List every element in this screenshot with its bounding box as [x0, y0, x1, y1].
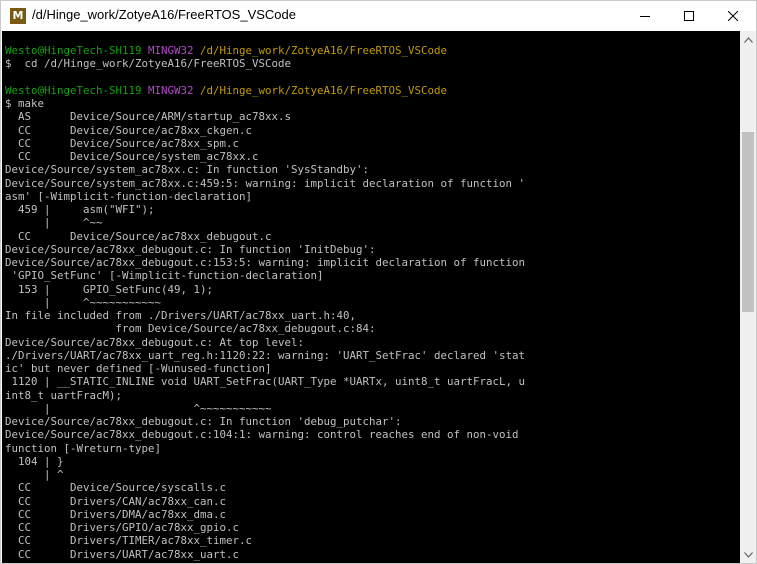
mintty-icon[interactable]: M — [10, 8, 26, 24]
minimize-icon — [640, 16, 650, 17]
terminal-line: | ^ — [5, 468, 64, 481]
terminal-text: ./Drivers/UART/ac78xx_uart_reg.h:1120:22… — [5, 348, 526, 362]
maximize-icon — [684, 11, 694, 21]
terminal-window: M /d/Hinge_work/ZotyeA16/FreeRTOS_VSCode… — [0, 0, 757, 564]
terminal-line: In file included from ./Drivers/UART/ac7… — [5, 309, 356, 322]
terminal-line: CC Device/Source/ac78xx_ckgen.c — [5, 124, 252, 137]
terminal-line: | ^~~~~~~~~~~~ — [5, 296, 161, 309]
terminal-line: asm' [-Wimplicit-function-declaration] — [5, 190, 252, 203]
terminal-text: CC Device/Source/syscalls.c — [5, 481, 227, 495]
terminal-text: MINGW32 — [148, 83, 201, 97]
terminal-text: function [-Wreturn-type] — [5, 441, 162, 455]
terminal-text: Device/Source/ac78xx_debugout.c: At top … — [5, 335, 305, 349]
terminal-text: CC Drivers/TIMER/ac78xx_timer.c — [5, 534, 253, 548]
terminal-text: Device/Source/ac78xx_debugout.c: In func… — [5, 242, 376, 256]
terminal-text: | ^~~~~~~~~~~~ — [5, 401, 272, 415]
terminal-line: $ cd /d/Hinge_work/ZotyeA16/FreeRTOS_VSC… — [5, 57, 291, 70]
terminal-text: CC Drivers/CAN/ac78xx_can.c — [5, 494, 227, 508]
terminal-line: CC Device/Source/ac78xx_spm.c — [5, 137, 239, 150]
close-button[interactable] — [711, 1, 755, 31]
terminal-line: | ^~~ — [5, 216, 103, 229]
scrollbar-thumb[interactable] — [742, 132, 754, 312]
terminal-line: CC Drivers/DMA/ac78xx_dma.c — [5, 508, 226, 521]
terminal-line: Device/Source/ac78xx_debugout.c:104:1: w… — [5, 428, 519, 441]
close-icon — [728, 11, 738, 21]
terminal-line: CC Drivers/UART/ac78xx_uart.c — [5, 548, 239, 561]
terminal-line: 459 | asm("WFI"); — [5, 203, 155, 216]
terminal-text: MINGW32 — [148, 44, 201, 57]
terminal-line: Westo@HingeTech-SH119 MINGW32 /d/Hinge_w… — [5, 44, 447, 57]
terminal-text: | ^~~~~~~~~~~~ — [5, 295, 162, 309]
minimize-button[interactable] — [623, 1, 667, 31]
terminal-line: $ make — [5, 97, 44, 110]
terminal-text: Device/Source/ac78xx_debugout.c: In func… — [5, 415, 402, 428]
terminal-line: CC Device/Source/system_ac78xx.c — [5, 150, 259, 163]
terminal-line: Westo@HingeTech-SH119 MINGW32 /d/Hinge_w… — [5, 84, 447, 97]
terminal-line: ./Drivers/UART/ac78xx_uart_reg.h:1120:22… — [5, 349, 525, 362]
scroll-down-button[interactable] — [740, 546, 756, 563]
terminal-text: Device/Source/ac78xx_debugout.c:153:5: w… — [5, 256, 526, 269]
terminal-line: function [-Wreturn-type] — [5, 442, 161, 455]
terminal-line: Device/Source/ac78xx_debugout.c:153:5: w… — [5, 256, 525, 269]
terminal-line: 'GPIO_SetFunc' [-Wimplicit-function-decl… — [5, 269, 324, 282]
terminal-text: CC Device/Source/ac78xx_spm.c — [5, 136, 240, 150]
terminal-text: | ^~~ — [5, 216, 103, 230]
terminal-line: AS Device/Source/ARM/startup_ac78xx.s — [5, 110, 291, 123]
terminal-line: | ^~~~~~~~~~~~ — [5, 402, 272, 415]
terminal-text: CC Drivers/GPIO/ac78xx_gpio.c — [5, 521, 240, 534]
terminal-text: CC Device/Source/ac78xx_debugout.c — [5, 229, 272, 243]
window-title: /d/Hinge_work/ZotyeA16/FreeRTOS_VSCode — [32, 7, 296, 22]
terminal-line: Device/Source/system_ac78xx.c:459:5: war… — [5, 177, 525, 190]
terminal-text: CC Device/Source/system_ac78xx.c — [5, 150, 259, 163]
chevron-up-icon — [743, 36, 753, 43]
terminal-text: asm' [-Wimplicit-function-declaration] — [5, 189, 253, 203]
terminal-line: Device/Source/system_ac78xx.c: In functi… — [5, 163, 369, 176]
terminal-text: 1120 | __STATIC_INLINE void UART_SetFrac… — [5, 375, 526, 389]
terminal-line: 153 | GPIO_SetFunc(49, 1); — [5, 283, 213, 296]
terminal-text: AS Device/Source/ARM/startup_ac78xx.s — [5, 110, 292, 124]
terminal-line: from Device/Source/ac78xx_debugout.c:84: — [5, 322, 376, 335]
maximize-button[interactable] — [667, 1, 711, 31]
vertical-scrollbar[interactable] — [740, 31, 756, 563]
terminal-text: CC Drivers/DMA/ac78xx_dma.c — [5, 507, 227, 521]
terminal-text: Westo@HingeTech-SH119 — [5, 44, 149, 57]
terminal-text: int8_t uartFracM); — [5, 388, 123, 402]
terminal-text: Device/Source/system_ac78xx.c: In functi… — [5, 163, 370, 177]
terminal-text: ic' but never defined [-Wunused-function… — [5, 362, 272, 375]
terminal-text: In file included from ./Drivers/UART/ac7… — [5, 309, 357, 322]
terminal-text: /d/Hinge_work/ZotyeA16/FreeRTOS_VSCode — [200, 44, 448, 57]
terminal-line: int8_t uartFracM); — [5, 389, 122, 402]
terminal-line: CC Drivers/TIMER/ac78xx_timer.c — [5, 534, 252, 547]
terminal-text: CC Drivers/UART/ac78xx_uart.c — [5, 547, 240, 561]
terminal-line: Device/Source/ac78xx_debugout.c: At top … — [5, 336, 304, 349]
terminal-text: 153 | GPIO_SetFunc(49, 1); — [5, 282, 214, 296]
terminal-text: 104 | } — [5, 454, 64, 468]
terminal-line: CC Device/Source/syscalls.c — [5, 481, 226, 494]
terminal-line: Device/Source/ac78xx_debugout.c: In func… — [5, 243, 376, 256]
terminal-line: CC Drivers/GPIO/ac78xx_gpio.c — [5, 521, 239, 534]
terminal-text: 459 | asm("WFI"); — [5, 203, 155, 216]
terminal-text: $ cd /d/Hinge_work/ZotyeA16/FreeRTOS_VSC… — [5, 57, 292, 71]
terminal-text: Device/Source/system_ac78xx.c:459:5: war… — [5, 176, 526, 190]
terminal-text: Device/Source/ac78xx_debugout.c:104:1: w… — [5, 428, 519, 442]
chevron-down-icon — [743, 551, 753, 558]
terminal-output[interactable]: Westo@HingeTech-SH119 MINGW32 /d/Hinge_w… — [2, 31, 740, 563]
terminal-text: | ^ — [5, 468, 64, 481]
title-bar[interactable]: M /d/Hinge_work/ZotyeA16/FreeRTOS_VSCode — [1, 1, 756, 31]
terminal-line: 104 | } — [5, 455, 64, 468]
terminal-line: ic' but never defined [-Wunused-function… — [5, 362, 272, 375]
terminal-text: /d/Hinge_work/ZotyeA16/FreeRTOS_VSCode — [200, 83, 448, 97]
scroll-up-button[interactable] — [740, 31, 756, 48]
terminal-line: CC Drivers/CAN/ac78xx_can.c — [5, 495, 226, 508]
terminal-line: CC Device/Source/ac78xx_debugout.c — [5, 230, 272, 243]
terminal-text: CC Device/Source/ac78xx_ckgen.c — [5, 123, 253, 137]
terminal-text: Westo@HingeTech-SH119 — [5, 83, 149, 97]
terminal-text: from Device/Source/ac78xx_debugout.c:84: — [5, 322, 376, 336]
terminal-line: 1120 | __STATIC_INLINE void UART_SetFrac… — [5, 375, 526, 389]
terminal-text: $ make — [5, 97, 45, 110]
terminal-text: 'GPIO_SetFunc' [-Wimplicit-function-decl… — [5, 269, 324, 283]
terminal-line: Device/Source/ac78xx_debugout.c: In func… — [5, 415, 402, 428]
